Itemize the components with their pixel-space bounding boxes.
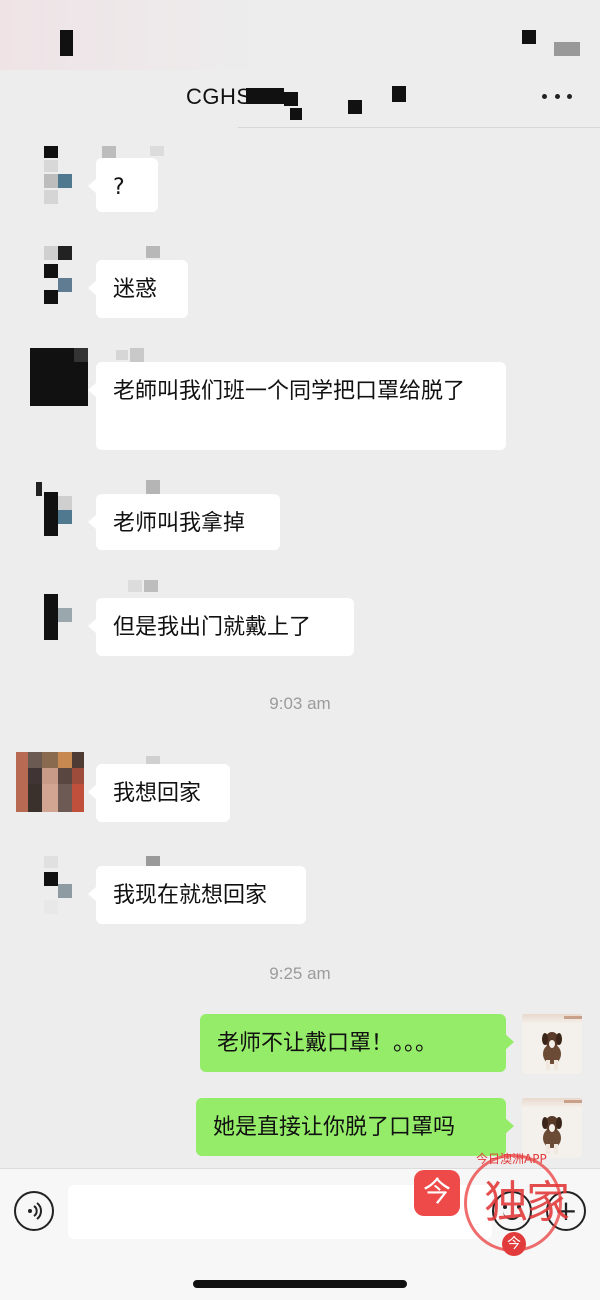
voice-icon[interactable] xyxy=(14,1191,54,1231)
nickname-redaction xyxy=(144,580,158,592)
message-bubble[interactable]: 我现在就想回家 xyxy=(88,866,306,924)
emoji-icon[interactable] xyxy=(492,1191,532,1231)
message-bubble[interactable]: 老師叫我们班一个同学把口罩给脱了 xyxy=(88,362,506,450)
title-redaction xyxy=(290,108,302,120)
title-redaction xyxy=(348,100,362,114)
redaction-block xyxy=(554,42,580,56)
home-indicator[interactable] xyxy=(193,1280,407,1288)
message-bubble[interactable]: 迷惑 xyxy=(88,260,188,318)
message-bubble[interactable]: 我想回家 xyxy=(88,764,230,822)
nickname-redaction xyxy=(128,580,142,592)
redaction-block xyxy=(522,30,536,44)
more-dots-icon[interactable] xyxy=(542,84,572,108)
my-avatar[interactable] xyxy=(522,1014,582,1074)
redaction-block xyxy=(60,30,73,56)
message-bubble[interactable]: 老师叫我拿掉 xyxy=(88,494,280,550)
status-bar xyxy=(0,0,600,70)
chat-title: CGHS xyxy=(186,84,252,109)
contact-avatar[interactable] xyxy=(16,752,84,812)
nickname-redaction xyxy=(130,348,144,362)
nickname-redaction xyxy=(146,246,160,258)
message-bubble[interactable]: ? xyxy=(88,158,158,212)
my-message-bubble[interactable]: 老师不让戴口罩！。。。 xyxy=(200,1014,514,1072)
message-input[interactable] xyxy=(68,1185,492,1239)
message-bubble[interactable]: 但是我出门就戴上了 xyxy=(88,598,354,656)
nickname-redaction xyxy=(116,350,128,360)
status-bar-tint xyxy=(0,0,260,70)
my-message-bubble[interactable]: 她是直接让你脱了口罩吗 xyxy=(196,1098,514,1156)
title-redaction xyxy=(246,88,284,104)
timestamp: 9:25 am xyxy=(269,964,331,983)
nickname-redaction xyxy=(146,480,160,494)
plus-icon[interactable]: + xyxy=(546,1191,586,1231)
header-divider xyxy=(238,127,600,128)
my-avatar[interactable] xyxy=(522,1098,582,1158)
timestamp: 9:03 am xyxy=(269,694,331,713)
contact-avatar[interactable] xyxy=(30,348,88,406)
contact-avatar[interactable] xyxy=(30,856,88,914)
contact-avatar[interactable] xyxy=(30,586,88,644)
chat-header: CGHS xyxy=(0,70,600,128)
title-redaction xyxy=(392,86,406,102)
contact-avatar[interactable] xyxy=(30,146,88,204)
nickname-redaction xyxy=(150,146,164,156)
contact-avatar[interactable] xyxy=(30,482,88,540)
title-redaction xyxy=(284,92,298,106)
contact-avatar[interactable] xyxy=(30,246,88,304)
